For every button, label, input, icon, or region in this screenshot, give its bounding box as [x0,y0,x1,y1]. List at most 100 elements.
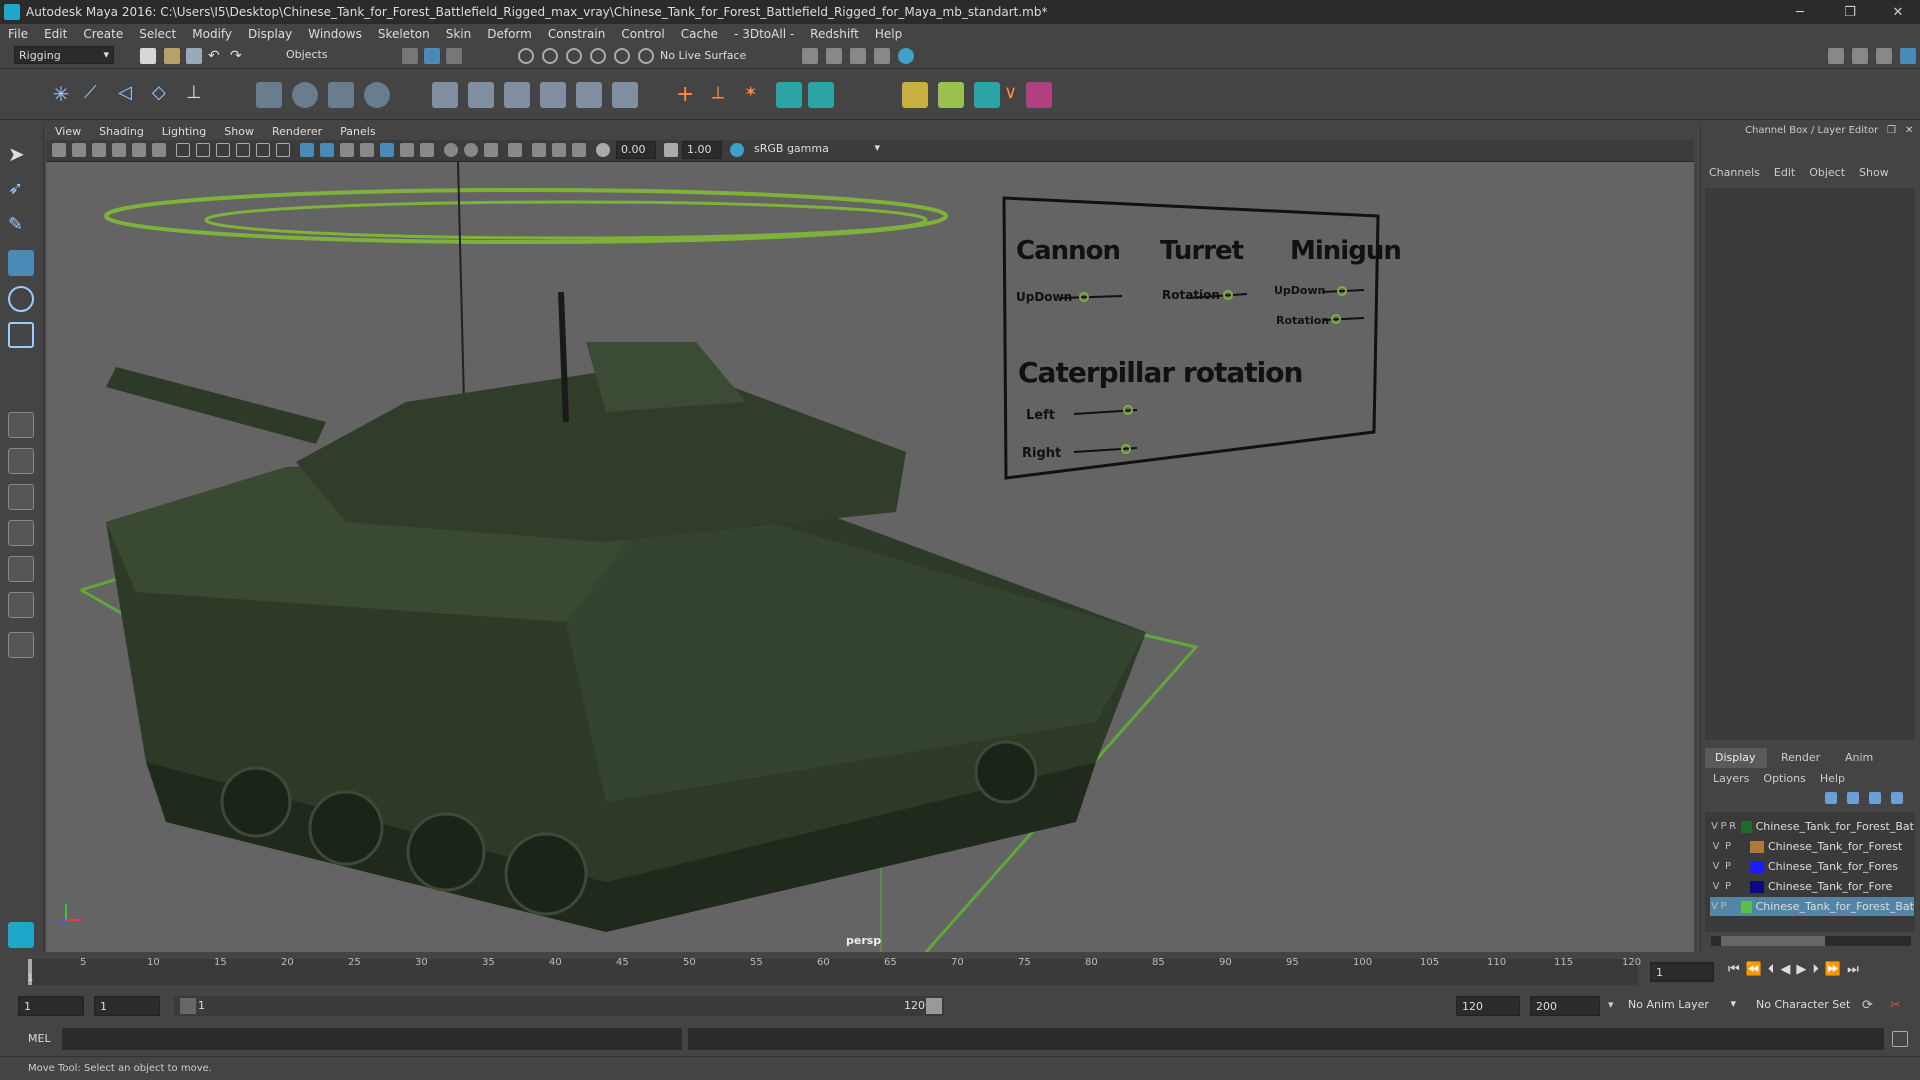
custom-layout-icon[interactable] [8,632,34,658]
snap-live-icon[interactable] [638,48,654,64]
lights-icon[interactable] [400,143,414,157]
layer-visibility[interactable]: V [1710,821,1719,832]
menu-redshift[interactable]: Redshift [802,27,867,41]
shadows-icon[interactable] [420,143,434,157]
range-handle-start[interactable] [180,998,196,1014]
ipr-render-icon[interactable] [850,48,866,64]
redo-icon[interactable]: ↷ [230,48,246,64]
insert-joint-icon[interactable]: ⟋ [84,82,110,108]
menu-select[interactable]: Select [131,27,184,41]
maximize-button[interactable]: ❐ [1830,0,1870,24]
channel-box-menu-edit[interactable]: Edit [1774,166,1795,179]
play-backward-icon[interactable]: ◀ [1780,962,1790,977]
layer-playback[interactable]: P [1722,861,1734,872]
undo-icon[interactable]: ↶ [208,48,224,64]
script-editor-icon[interactable] [1892,1031,1908,1047]
start-time-field[interactable]: 1 [18,996,84,1016]
bind-skin-icon[interactable] [256,82,282,108]
pole-vector-icon[interactable] [612,82,638,108]
isolate-select-icon[interactable] [508,143,522,157]
menu-cache[interactable]: Cache [673,27,726,41]
snap-curve-icon[interactable] [542,48,558,64]
new-layer-icon[interactable] [1869,792,1881,804]
panel-menu-panels[interactable]: Panels [331,125,384,138]
layer-row[interactable]: V P R Chinese_Tank_for_Forest_Bat [1710,817,1914,836]
range-handle-end[interactable] [926,998,942,1014]
four-view-icon[interactable] [8,448,34,474]
render-settings-icon[interactable] [874,48,890,64]
step-back-key-icon[interactable]: ⏪ [1746,962,1762,977]
menu-windows[interactable]: Windows [300,27,370,41]
layer-color-swatch[interactable] [1750,840,1764,853]
parent-constraint-icon[interactable] [432,82,458,108]
menu-file[interactable]: File [0,27,36,41]
snap-grid-icon[interactable] [518,48,534,64]
hypershade-layout-icon[interactable] [8,556,34,582]
attribute-editor-icon[interactable] [1852,48,1868,64]
maya-tool-2-icon[interactable] [808,82,834,108]
channel-box-toggle-icon[interactable] [1900,48,1916,64]
float-panel-icon[interactable]: ❐ [1887,125,1896,136]
layer-visibility[interactable]: V [1710,901,1719,912]
layer-reference[interactable]: R [1728,821,1737,832]
animation-preferences-icon[interactable]: ✂ [1890,998,1906,1014]
tab-anim[interactable]: Anim [1835,748,1895,768]
play-forward-icon[interactable]: ▶ [1796,962,1806,977]
layer-name[interactable]: Chinese_Tank_for_Fore [1768,880,1892,893]
mel-label[interactable]: MEL [28,1032,51,1045]
step-forward-key-icon[interactable]: ⏩ [1825,962,1841,977]
layer-color-swatch[interactable] [1750,880,1764,893]
exposure-icon[interactable] [596,143,610,157]
cluster-icon[interactable] [364,82,390,108]
menu-skin[interactable]: Skin [438,27,480,41]
current-frame-field[interactable]: 1 [1650,962,1714,982]
render-current-frame-icon[interactable] [826,48,842,64]
grid-icon[interactable] [176,143,190,157]
auto-key-icon[interactable]: ⟳ [1862,998,1878,1014]
time-slider[interactable]: 1 5 10 15 20 25 30 35 40 45 50 55 60 65 … [0,955,1700,988]
layer-color-swatch[interactable] [1741,900,1752,913]
graph-icon[interactable] [1026,82,1052,108]
outliner-layout-icon[interactable] [8,592,34,618]
hik-icon[interactable]: ✶ [744,82,770,108]
layer-menu-layers[interactable]: Layers [1713,772,1749,785]
lasso-tool-icon[interactable]: ➶ [8,178,34,204]
move-tool-icon[interactable] [8,250,34,276]
layer-visibility[interactable]: V [1710,861,1722,872]
layer-name[interactable]: Chinese_Tank_for_Fores [1768,860,1898,873]
resolution-gate-icon[interactable] [216,143,230,157]
set-driven-key-icon[interactable]: ⟂ [712,82,738,108]
render-view-icon[interactable] [802,48,818,64]
move-layer-down-icon[interactable] [1847,792,1859,804]
gate-mask-icon[interactable] [236,143,250,157]
xray-components-icon[interactable] [572,143,586,157]
viewport-persp[interactable]: Cannon Turret Minigun UpDown Rotation Up… [46,162,1694,952]
layer-menu-options[interactable]: Options [1763,772,1805,785]
panel-menu-show[interactable]: Show [215,125,263,138]
character-set-dropdown[interactable]: No Character Set [1752,996,1862,1016]
new-layer-selected-icon[interactable] [1891,792,1903,804]
layer-color-swatch[interactable] [1750,860,1764,873]
maya-tool-3-icon[interactable] [974,82,1000,108]
safe-action-icon[interactable] [276,143,290,157]
menu-display[interactable]: Display [240,27,300,41]
menu-skeleton[interactable]: Skeleton [370,27,438,41]
bookmark-icon[interactable] [92,143,106,157]
layer-menu-help[interactable]: Help [1820,772,1845,785]
grease-pencil-icon[interactable] [152,143,166,157]
layer-name[interactable]: Chinese_Tank_for_Forest_Bat [1756,900,1914,913]
step-back-frame-icon[interactable]: ⏴ [1768,962,1775,977]
point-constraint-icon[interactable] [468,82,494,108]
select-tool-icon[interactable]: ➤ [8,142,34,168]
menuset-dropdown[interactable]: Rigging ▾ [14,46,114,64]
layer-playback[interactable]: P [1722,841,1734,852]
color-space-dropdown[interactable]: sRGB gamma ▾ [750,141,884,159]
snap-point-icon[interactable] [566,48,582,64]
layer-visibility[interactable]: V [1710,841,1722,852]
lattice-icon[interactable] [328,82,354,108]
panel-menu-renderer[interactable]: Renderer [263,125,331,138]
panel-menu-view[interactable]: View [46,125,90,138]
paint-weights-icon[interactable] [292,82,318,108]
gamma-icon[interactable] [664,143,678,157]
paint-tool-icon[interactable] [938,82,964,108]
